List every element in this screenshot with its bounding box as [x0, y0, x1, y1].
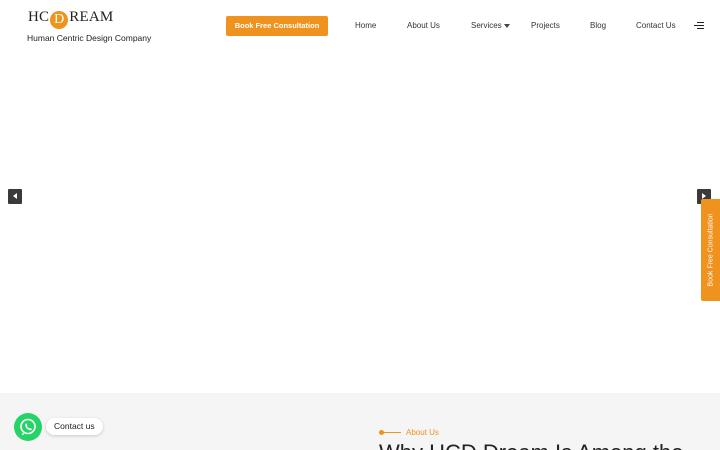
logo-tagline: Human Centric Design Company — [27, 33, 152, 43]
arrow-left-icon — [13, 193, 17, 199]
eyebrow-dot — [379, 430, 384, 435]
nav-projects[interactable]: Projects — [531, 21, 560, 30]
logo-text-end: REAM — [69, 9, 114, 25]
nav-services[interactable]: Services — [471, 21, 502, 30]
page: HC D REAM Human Centric Design Company Boo… — [0, 0, 720, 450]
book-consultation-button[interactable]: Book Free Consultation — [226, 16, 328, 36]
side-tab-label: Book Free Consultation — [707, 213, 714, 287]
whatsapp-contact-label[interactable]: Contact us — [46, 418, 103, 435]
whatsapp-icon — [20, 418, 36, 436]
logo-d-badge: D — [50, 11, 69, 29]
nav-contact-us[interactable]: Contact Us — [636, 21, 676, 30]
about-heading: Why HCD Dream Is Among the — [379, 440, 683, 450]
nav-about-us[interactable]: About Us — [407, 21, 440, 30]
chevron-down-icon[interactable] — [504, 24, 510, 28]
side-consultation-tab[interactable]: Book Free Consultation — [701, 199, 720, 301]
slider-prev-button[interactable] — [8, 189, 22, 204]
nav-home[interactable]: Home — [355, 21, 376, 30]
logo[interactable]: HC D REAM Human Centric Design Company — [27, 7, 167, 45]
about-eyebrow: About Us — [406, 428, 439, 437]
hamburger-menu-icon[interactable] — [694, 22, 704, 30]
logo-wordmark: HC D REAM — [28, 9, 113, 29]
logo-text-start: HC — [28, 9, 50, 25]
nav-blog[interactable]: Blog — [590, 21, 606, 30]
whatsapp-button[interactable] — [14, 413, 42, 441]
